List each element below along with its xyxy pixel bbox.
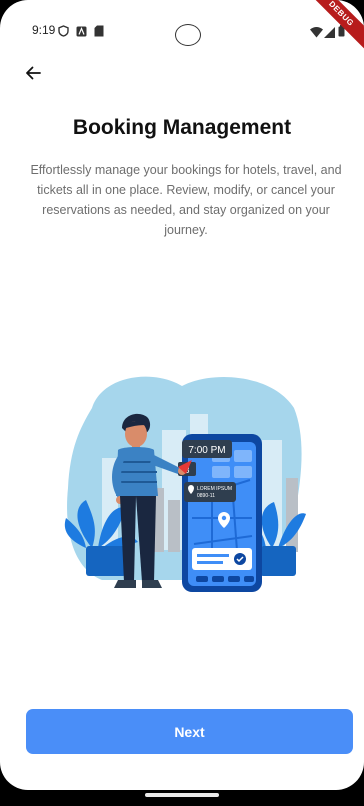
page-title: Booking Management <box>72 116 292 139</box>
phone-screen: 9:19 DEBUG Booking Management Effortless… <box>0 0 364 790</box>
signal-icon <box>324 25 335 43</box>
back-button[interactable] <box>20 62 46 88</box>
home-indicator <box>145 793 219 797</box>
time-label: 7:00 PM <box>188 445 225 456</box>
front-camera <box>175 24 201 46</box>
arrow-left-icon <box>25 66 41 85</box>
card-line2: 0890-11 <box>197 493 215 499</box>
wifi-icon <box>310 25 323 43</box>
status-bar: 9:19 <box>0 0 364 46</box>
booking-illustration: 7:00 PM 3 LOREM IPSUM 0890-11 <box>62 368 306 600</box>
sd-card-icon <box>94 24 104 42</box>
status-time: 9:19 <box>32 23 56 37</box>
card-line1: LOREM IPSUM <box>197 486 232 492</box>
a-badge-icon <box>76 24 87 42</box>
page-description: Effortlessly manage your bookings for ho… <box>30 163 342 237</box>
next-button[interactable]: Next <box>26 709 353 754</box>
shield-icon <box>58 24 69 42</box>
